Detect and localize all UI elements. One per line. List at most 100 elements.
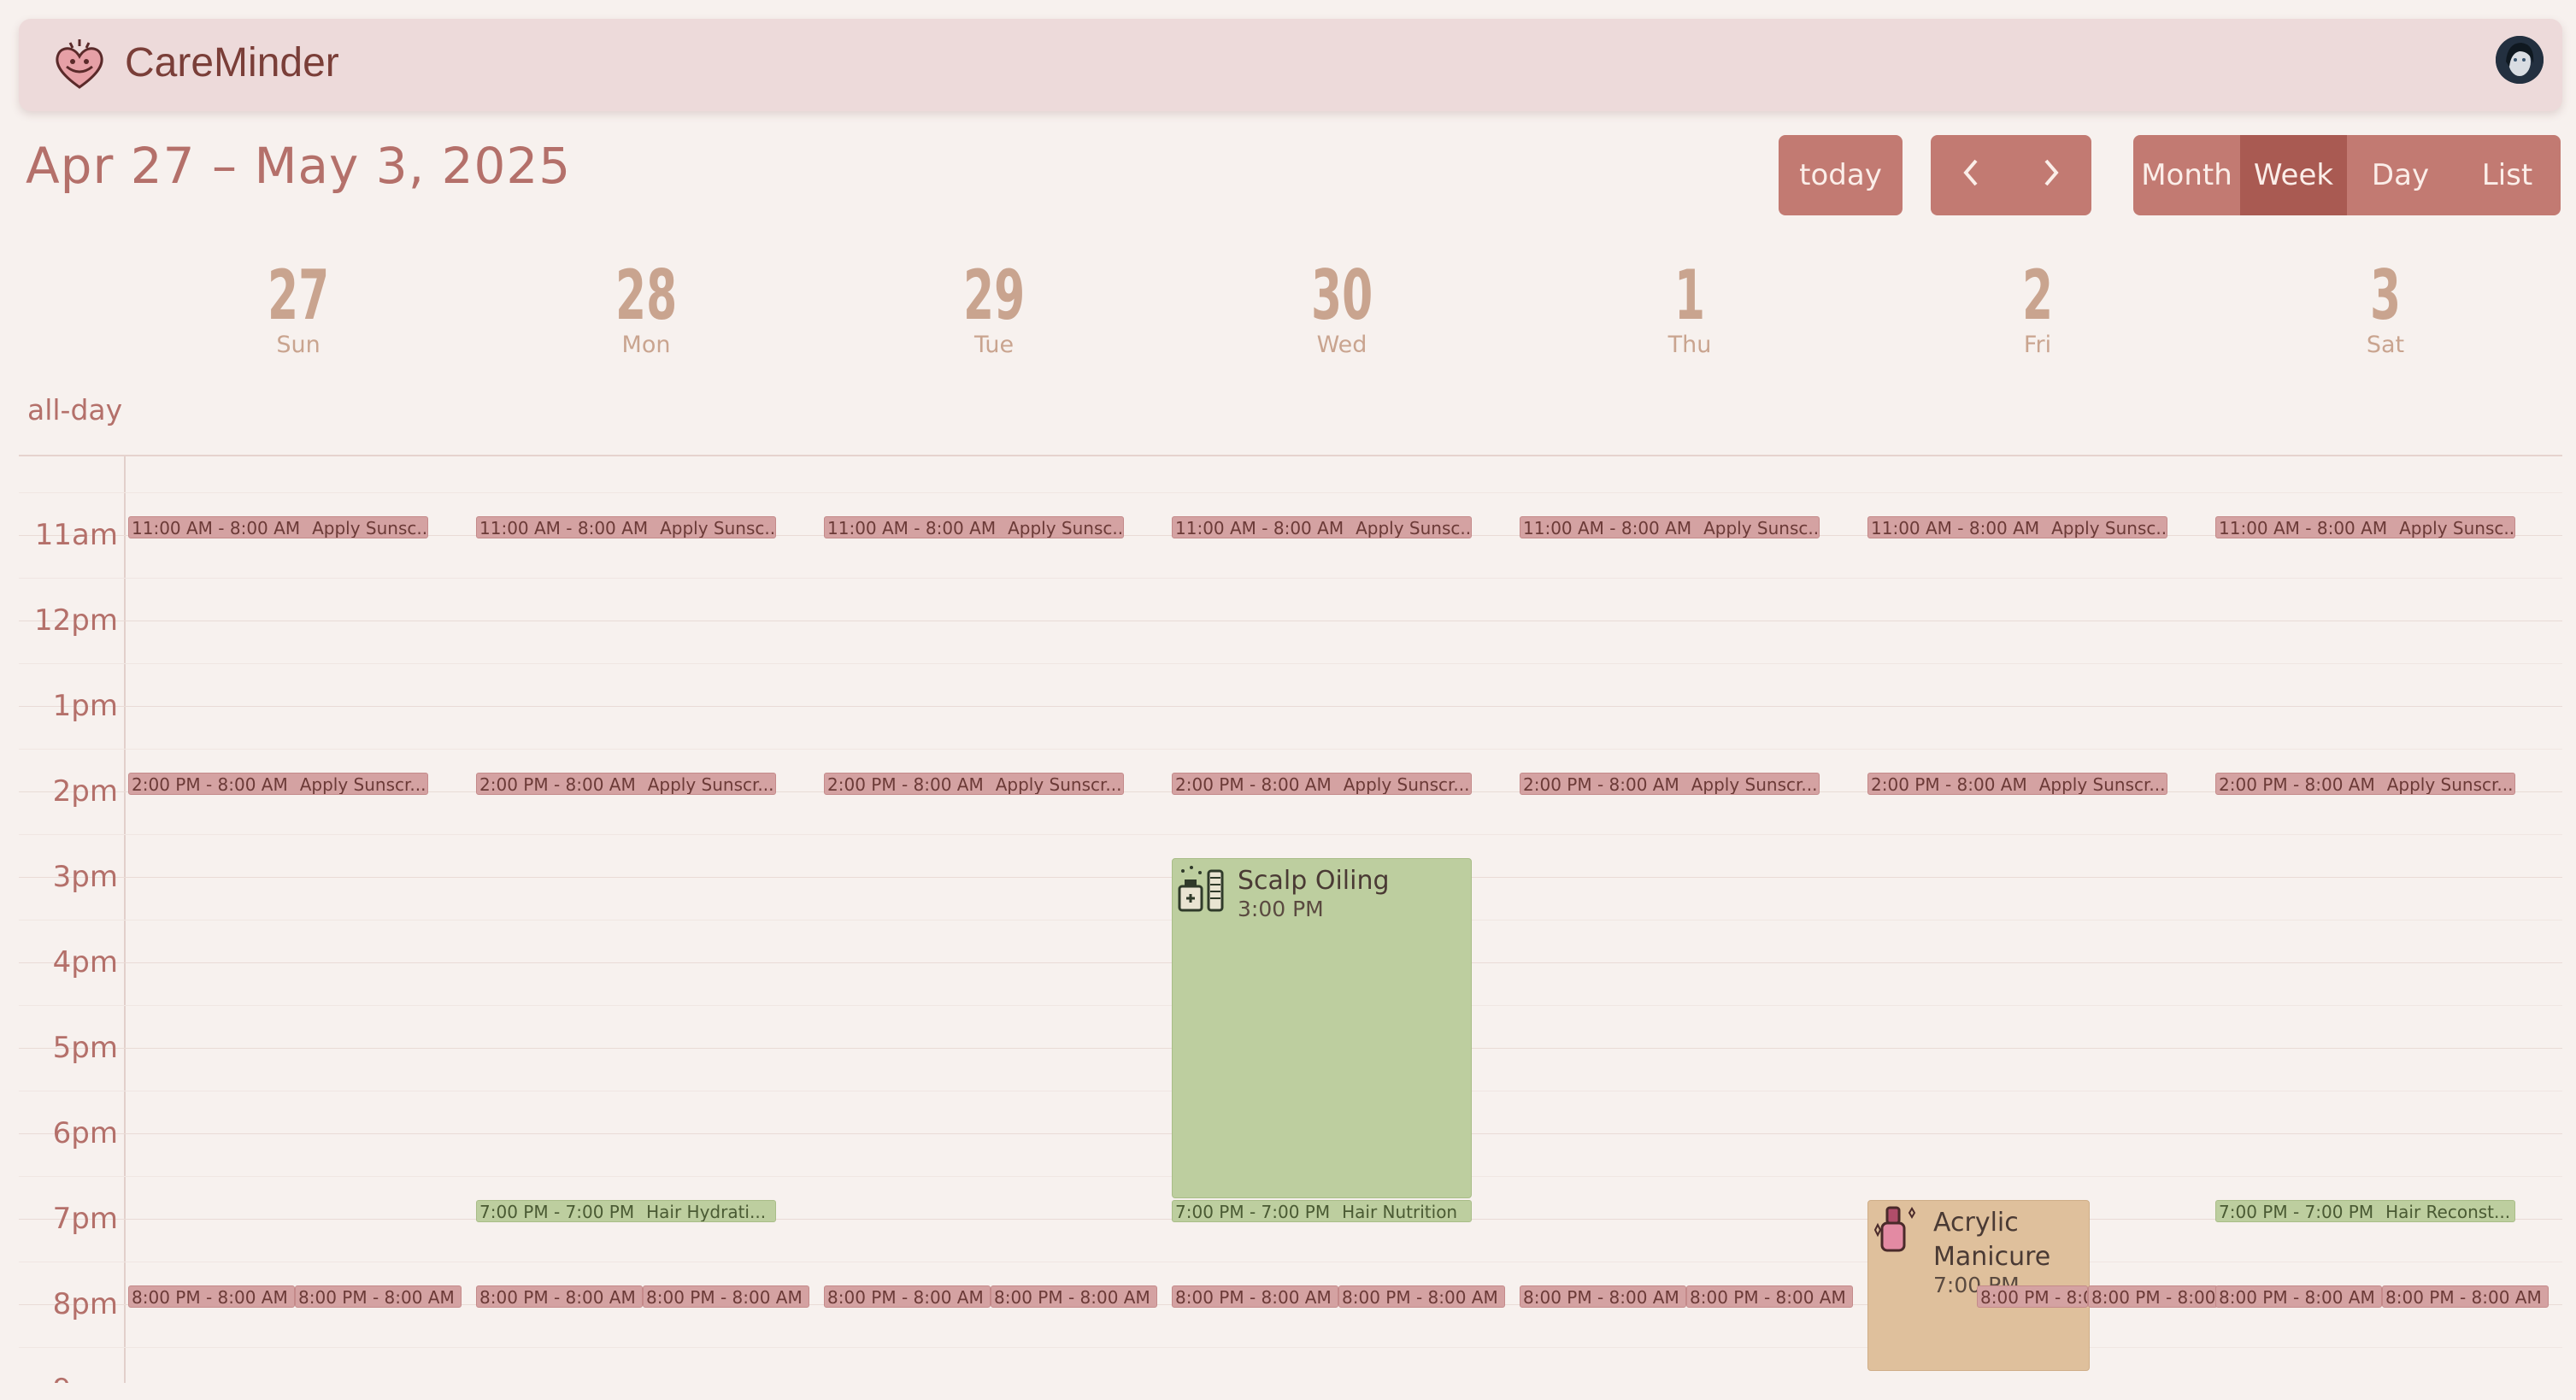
all-day-label: all-day [27, 393, 123, 426]
event-8pm[interactable]: 8:00 PM - 8:00 AM [1172, 1285, 1338, 1308]
event-8pm[interactable]: 8:00 PM - 8:00 AM [1977, 1285, 2088, 1308]
view-month-button[interactable]: Month [2133, 135, 2240, 215]
event-time: 2:00 PM - 8:00 AM [827, 774, 984, 795]
event-title: Apply Sunscr... [299, 774, 426, 795]
event-time: 11:00 AM - 8:00 AM [479, 518, 649, 538]
event-sunscreen[interactable]: 2:00 PM - 8:00 AM Apply Sunscr... [824, 773, 1124, 795]
next-week-button[interactable] [2011, 154, 2091, 197]
day-header[interactable]: 1 Thu [1516, 255, 1863, 358]
nail-polish-icon [1873, 1206, 1916, 1252]
event-sunscreen[interactable]: 2:00 PM - 8:00 AM Apply Sunscr... [128, 773, 428, 795]
event-title: Apply Sunscr... [995, 774, 1122, 795]
event-sunscreen[interactable]: 2:00 PM - 8:00 AM Apply Sunscr... [476, 773, 776, 795]
time-grid[interactable]: 10am 11am 12pm 1pm 2pm 3pm 4pm 5pm 6pm 7… [19, 456, 2562, 1383]
time-label: 3pm [52, 860, 118, 894]
event-8pm[interactable]: 8:00 PM - 8:00 AM [1686, 1285, 1853, 1308]
chevron-right-icon [2044, 159, 2059, 185]
half-hour-line [19, 749, 2562, 750]
half-hour-line [19, 578, 2562, 579]
time-label: 1pm [52, 689, 118, 723]
day-header[interactable]: 27 Sun [125, 255, 472, 358]
view-week-button[interactable]: Week [2240, 135, 2347, 215]
event-8pm[interactable]: 8:00 PM - 8:00 AM [1338, 1285, 1505, 1308]
event-sunscreen[interactable]: 11:00 AM - 8:00 AM Apply Sunsc... [1172, 516, 1472, 538]
event-time: 7:00 PM - 7:00 PM [479, 1202, 635, 1222]
event-title: Acrylic Manicure [1933, 1208, 2051, 1272]
event-sunscreen[interactable]: 11:00 AM - 8:00 AM Apply Sunsc... [128, 516, 428, 538]
event-time: 8:00 PM - 8:00 AM [1690, 1287, 1846, 1308]
event-title: Apply Sunsc... [2051, 518, 2167, 538]
event-8pm[interactable]: 8:00 PM - 8:00 AM [991, 1285, 1157, 1308]
hair-oil-bottle-icon [1178, 866, 1224, 912]
event-time: 8:00 PM - 8:00 AM [646, 1287, 803, 1308]
time-label: 8pm [52, 1287, 118, 1321]
event-sunscreen[interactable]: 11:00 AM - 8:00 AM Apply Sunsc... [824, 516, 1124, 538]
time-label: 5pm [52, 1031, 118, 1065]
event-sunscreen[interactable]: 11:00 AM - 8:00 AM Apply Sunsc... [2215, 516, 2515, 538]
event-8pm[interactable]: 8:00 PM - 8:00 AM [824, 1285, 991, 1308]
event-time: 8:00 PM - 8:00 AM [298, 1287, 455, 1308]
event-time: 8:00 PM - 8:00 AM [994, 1287, 1150, 1308]
day-header[interactable]: 29 Tue [820, 255, 1167, 358]
time-label: 7pm [52, 1202, 118, 1236]
event-title: Apply Sunsc... [1008, 518, 1124, 538]
user-avatar[interactable] [2496, 36, 2544, 84]
time-label: 12pm [34, 603, 118, 638]
event-8pm[interactable]: 8:00 PM - 8:00 AM [643, 1285, 809, 1308]
half-hour-line [19, 1347, 2562, 1348]
event-hair-hydration[interactable]: 7:00 PM - 7:00 PM Hair Hydrati... [476, 1200, 776, 1222]
event-title: Apply Sunscr... [1343, 774, 1470, 795]
event-8pm[interactable]: 8:00 PM - 8:00 AM [128, 1285, 295, 1308]
day-header[interactable]: 3 Sat [2212, 255, 2559, 358]
event-time: 8:00 PM - 8:00 AM [1980, 1287, 2087, 1308]
event-title: Apply Sunsc... [660, 518, 776, 538]
event-time: 3:00 PM [1238, 897, 1324, 921]
event-sunscreen[interactable]: 2:00 PM - 8:00 AM Apply Sunscr... [1172, 773, 1472, 795]
app-header: CareMinder [19, 19, 2562, 111]
event-time: 11:00 AM - 8:00 AM [132, 518, 301, 538]
event-8pm[interactable]: 8:00 PM - 8:00 AM [295, 1285, 462, 1308]
event-sunscreen[interactable]: 2:00 PM - 8:00 AM Apply Sunscr... [1867, 773, 2167, 795]
prev-week-button[interactable] [1931, 154, 2011, 197]
event-time: 7:00 PM - 7:00 PM [2219, 1202, 2374, 1222]
event-time: 8:00 PM - 8:00 AM [2219, 1287, 2375, 1308]
event-8pm[interactable]: 8:00 PM - 8:00 AM [1520, 1285, 1686, 1308]
event-sunscreen[interactable]: 2:00 PM - 8:00 AM Apply Sunscr... [1520, 773, 1820, 795]
event-8pm[interactable]: 8:00 PM - 8:00 AM [476, 1285, 643, 1308]
event-scalp-oiling[interactable]: Scalp Oiling 3:00 PM [1172, 858, 1472, 1198]
day-header[interactable]: 2 Fri [1864, 255, 2211, 358]
day-header[interactable]: 30 Wed [1168, 255, 1515, 358]
event-time: 2:00 PM - 8:00 AM [1175, 774, 1332, 795]
half-hour-line [19, 663, 2562, 664]
view-list-button[interactable]: List [2454, 135, 2561, 215]
day-header[interactable]: 28 Mon [473, 255, 820, 358]
event-sunscreen[interactable]: 11:00 AM - 8:00 AM Apply Sunsc... [1867, 516, 2167, 538]
event-time: 2:00 PM - 8:00 AM [132, 774, 288, 795]
view-day-button[interactable]: Day [2347, 135, 2454, 215]
time-label: 2pm [52, 774, 118, 809]
event-hair-reconstruction[interactable]: 7:00 PM - 7:00 PM Hair Reconst... [2215, 1200, 2515, 1222]
chevron-left-icon [1963, 159, 1978, 185]
event-time: 2:00 PM - 8:00 AM [479, 774, 636, 795]
event-title: Hair Nutrition [1342, 1202, 1458, 1222]
event-sunscreen[interactable]: 11:00 AM - 8:00 AM Apply Sunsc... [476, 516, 776, 538]
day-number: 28 [615, 256, 678, 335]
day-number: 1 [1673, 256, 1706, 335]
event-time: 8:00 PM - 8:00 AM [1523, 1287, 1679, 1308]
event-8pm[interactable]: 8:00 PM - 8:00 AM [2382, 1285, 2549, 1308]
day-number: 29 [962, 256, 1026, 335]
time-label: 4pm [52, 945, 118, 979]
event-8pm[interactable]: 8:00 PM - 8:00 AM [2088, 1285, 2218, 1308]
event-time: 8:00 PM - 8:00 AM [132, 1287, 288, 1308]
today-button[interactable]: today [1779, 135, 1903, 215]
day-number: 2 [2021, 256, 2054, 335]
event-sunscreen[interactable]: 11:00 AM - 8:00 AM Apply Sunsc... [1520, 516, 1820, 538]
hour-line [19, 706, 2562, 707]
event-8pm[interactable]: 8:00 PM - 8:00 AM [2215, 1285, 2382, 1308]
event-time: 2:00 PM - 8:00 AM [1523, 774, 1679, 795]
event-time: 2:00 PM - 8:00 AM [1871, 774, 2027, 795]
event-sunscreen[interactable]: 2:00 PM - 8:00 AM Apply Sunscr... [2215, 773, 2515, 795]
date-range-title: Apr 27 – May 3, 2025 [26, 137, 572, 195]
day-number: 30 [1310, 256, 1373, 335]
event-hair-nutrition[interactable]: 7:00 PM - 7:00 PM Hair Nutrition [1172, 1200, 1472, 1222]
